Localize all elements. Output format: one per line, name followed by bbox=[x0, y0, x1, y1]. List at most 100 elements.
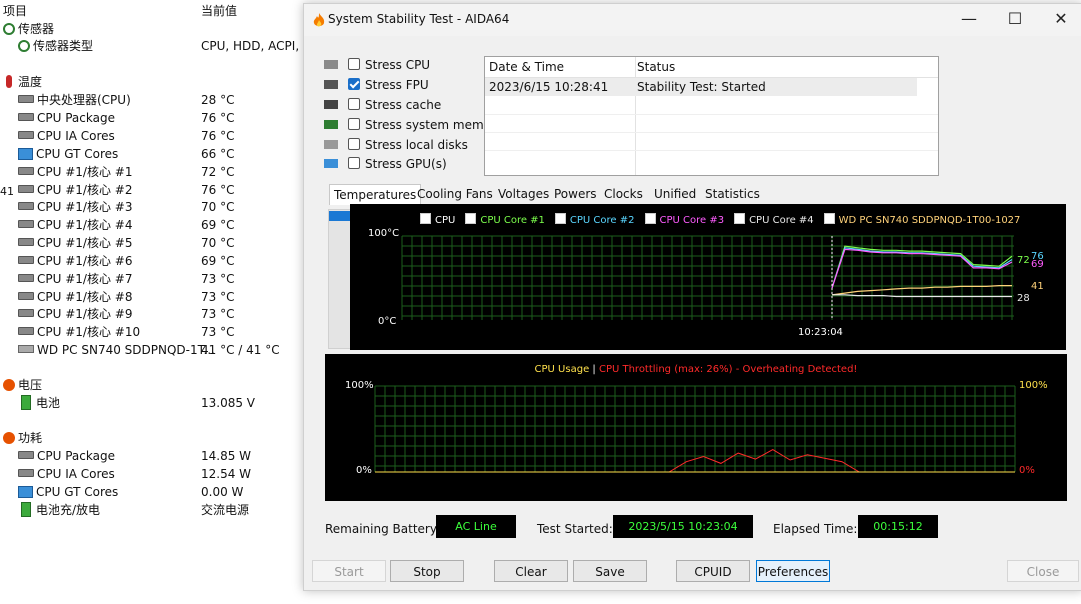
close-window-button[interactable]: ✕ bbox=[1038, 4, 1081, 36]
list-item[interactable]: CPU #1/核心 #7 73 °C bbox=[0, 270, 305, 288]
readout-core1: 72 bbox=[1017, 255, 1030, 266]
sensor-section[interactable]: 电压 bbox=[0, 376, 305, 394]
list-item[interactable]: CPU GT Cores 66 °C bbox=[0, 145, 305, 163]
tab-statistics[interactable]: Statistics bbox=[701, 184, 764, 204]
legend-checkbox[interactable] bbox=[420, 213, 431, 224]
legend-item[interactable]: CPU bbox=[420, 213, 456, 226]
preferences-button[interactable]: Preferences bbox=[756, 560, 830, 582]
tab-clocks[interactable]: Clocks bbox=[600, 184, 647, 204]
stress-option-label: Stress FPU bbox=[365, 78, 429, 92]
stability-test-window: System Stability Test - AIDA64 — ☐ ✕ Str… bbox=[303, 3, 1081, 591]
list-item[interactable]: CPU #1/核心 #8 73 °C bbox=[0, 288, 305, 306]
cpuid-button[interactable]: CPUID bbox=[676, 560, 750, 582]
tab-unified[interactable]: Unified bbox=[650, 184, 700, 204]
memory-stress-icon bbox=[324, 120, 338, 129]
stress-checkbox[interactable] bbox=[348, 78, 360, 90]
list-item[interactable]: WD PC SN740 SDDPNQD-1T... 41 °C / 41 °C bbox=[0, 341, 305, 359]
sensor-label: 电池充/放电 bbox=[18, 501, 100, 519]
log-header-status[interactable]: Status bbox=[637, 58, 675, 76]
sensor-value: 72 °C bbox=[201, 165, 235, 179]
legend-item[interactable]: CPU Core #2 bbox=[554, 213, 635, 226]
list-item[interactable]: CPU Package 76 °C bbox=[0, 109, 305, 127]
list-item[interactable]: CPU #1/核心 #3 70 °C bbox=[0, 198, 305, 216]
list-item[interactable]: CPU #1/核心 #6 69 °C bbox=[0, 252, 305, 270]
sensor-label-text: 电池 bbox=[36, 396, 61, 410]
tab-temperatures[interactable]: Temperatures bbox=[329, 184, 422, 205]
stop-button[interactable]: Stop bbox=[390, 560, 464, 582]
maximize-button[interactable]: ☐ bbox=[992, 4, 1038, 36]
list-item[interactable]: CPU GT Cores 0.00 W bbox=[0, 483, 305, 501]
list-item[interactable]: 中央处理器(CPU) 28 °C bbox=[0, 91, 305, 109]
legend-item[interactable]: WD PC SN740 SDDPNQD-1T00-1027 bbox=[823, 213, 1021, 226]
legend-label: CPU bbox=[435, 215, 456, 226]
graph-scroll-thumb[interactable] bbox=[329, 211, 351, 221]
legend-label: WD PC SN740 SDDPNQD-1T00-1027 bbox=[838, 215, 1021, 226]
sensor-label: CPU #1/核心 #2 bbox=[18, 181, 132, 199]
list-item[interactable]: CPU #1/核心 #5 70 °C bbox=[0, 234, 305, 252]
list-item[interactable]: CPU #1/核心 #9 73 °C bbox=[0, 305, 305, 323]
tab-voltages[interactable]: Voltages bbox=[494, 184, 553, 204]
sensor-label: CPU IA Cores bbox=[18, 127, 115, 145]
sensor-label-text: 传感器 bbox=[18, 22, 55, 36]
sensor-label: CPU #1/核心 #1 bbox=[18, 163, 132, 181]
sensor-value: CPU, HDD, ACPI, SN bbox=[201, 39, 305, 53]
save-button[interactable]: Save bbox=[573, 560, 647, 582]
legend-checkbox[interactable] bbox=[734, 213, 746, 224]
minimize-button[interactable]: — bbox=[946, 4, 992, 36]
list-item[interactable]: 电池 13.085 V bbox=[0, 394, 305, 412]
list-item[interactable]: CPU #1/核心 #10 73 °C bbox=[0, 323, 305, 341]
stress-checkbox[interactable] bbox=[348, 58, 360, 70]
test-started-label: Test Started: bbox=[537, 522, 613, 536]
list-item[interactable]: CPU IA Cores 76 °C bbox=[0, 127, 305, 145]
title-bar[interactable]: System Stability Test - AIDA64 — ☐ ✕ bbox=[304, 4, 1081, 36]
sensor-value: 76 °C bbox=[201, 129, 235, 143]
list-item[interactable]: CPU #1/核心 #4 69 °C bbox=[0, 216, 305, 234]
stress-option-label: Stress local disks bbox=[365, 138, 468, 152]
graph-scroll-strip[interactable] bbox=[328, 209, 352, 349]
list-item[interactable]: CPU IA Cores 12.54 W bbox=[0, 465, 305, 483]
column-header-value[interactable]: 当前值 bbox=[201, 2, 237, 19]
sensor-label-text: CPU #1/核心 #8 bbox=[37, 290, 133, 304]
sensor-label-text: WD PC SN740 SDDPNQD-1T... bbox=[37, 343, 215, 357]
cpu-chip-icon bbox=[18, 468, 34, 477]
stress-checkbox[interactable] bbox=[348, 118, 360, 130]
list-item[interactable]: CPU #1/核心 #2 76 °C bbox=[0, 181, 305, 199]
test-started-value: 2023/5/15 10:23:04 bbox=[613, 515, 753, 538]
list-item[interactable]: 传感器类型 CPU, HDD, ACPI, SN bbox=[0, 37, 305, 55]
legend-item[interactable]: CPU Core #4 bbox=[734, 213, 814, 226]
close-button[interactable]: Close bbox=[1007, 560, 1079, 582]
sensor-label-text: CPU GT Cores bbox=[36, 147, 119, 161]
stress-checkbox[interactable] bbox=[348, 98, 360, 110]
list-item[interactable]: 电池充/放电 交流电源 bbox=[0, 501, 305, 519]
sensor-value: 73 °C bbox=[201, 307, 235, 321]
legend-item[interactable]: CPU Core #1 bbox=[465, 213, 545, 226]
sensor-label-text: CPU #1/核心 #3 bbox=[37, 200, 133, 214]
legend-checkbox[interactable] bbox=[465, 213, 477, 224]
stress-checkbox[interactable] bbox=[348, 157, 360, 169]
log-header-datetime[interactable]: Date & Time bbox=[489, 58, 564, 76]
legend-checkbox[interactable] bbox=[554, 213, 566, 224]
start-button[interactable]: Start bbox=[312, 560, 386, 582]
list-item[interactable]: CPU Package 14.85 W bbox=[0, 447, 305, 465]
legend-item[interactable]: CPU Core #3 bbox=[644, 213, 724, 226]
table-row[interactable]: 2023/6/15 10:28:41 Stability Test: Start… bbox=[485, 78, 917, 96]
legend-checkbox[interactable] bbox=[823, 213, 835, 224]
tab-cooling-fans[interactable]: Cooling Fans bbox=[413, 184, 497, 204]
temp-axis-time: 10:23:04 bbox=[798, 327, 843, 338]
temperature-chart: CPU CPU Core #1 CPU Core #2 CPU Core #3 CPU … bbox=[350, 204, 1066, 350]
stress-checkbox[interactable] bbox=[348, 138, 360, 150]
sensor-section[interactable]: 功耗 bbox=[0, 429, 305, 447]
clear-button[interactable]: Clear bbox=[494, 560, 568, 582]
sensor-section[interactable]: 传感器 bbox=[0, 20, 305, 38]
sensor-label: 传感器类型 bbox=[18, 37, 93, 55]
tab-powers[interactable]: Powers bbox=[550, 184, 601, 204]
legend-checkbox[interactable] bbox=[644, 213, 656, 224]
sensor-section[interactable]: 温度 bbox=[0, 73, 305, 91]
sensor-label-text: 电压 bbox=[18, 378, 43, 392]
sensor-value: 73 °C bbox=[201, 272, 235, 286]
thermometer-icon bbox=[6, 75, 12, 88]
list-item[interactable]: CPU #1/核心 #1 72 °C bbox=[0, 163, 305, 181]
sensor-label-text: CPU IA Cores bbox=[37, 467, 115, 481]
log-table[interactable]: Date & Time Status 2023/6/15 10:28:41 St… bbox=[484, 56, 939, 176]
column-header-item[interactable]: 项目 bbox=[3, 2, 27, 19]
